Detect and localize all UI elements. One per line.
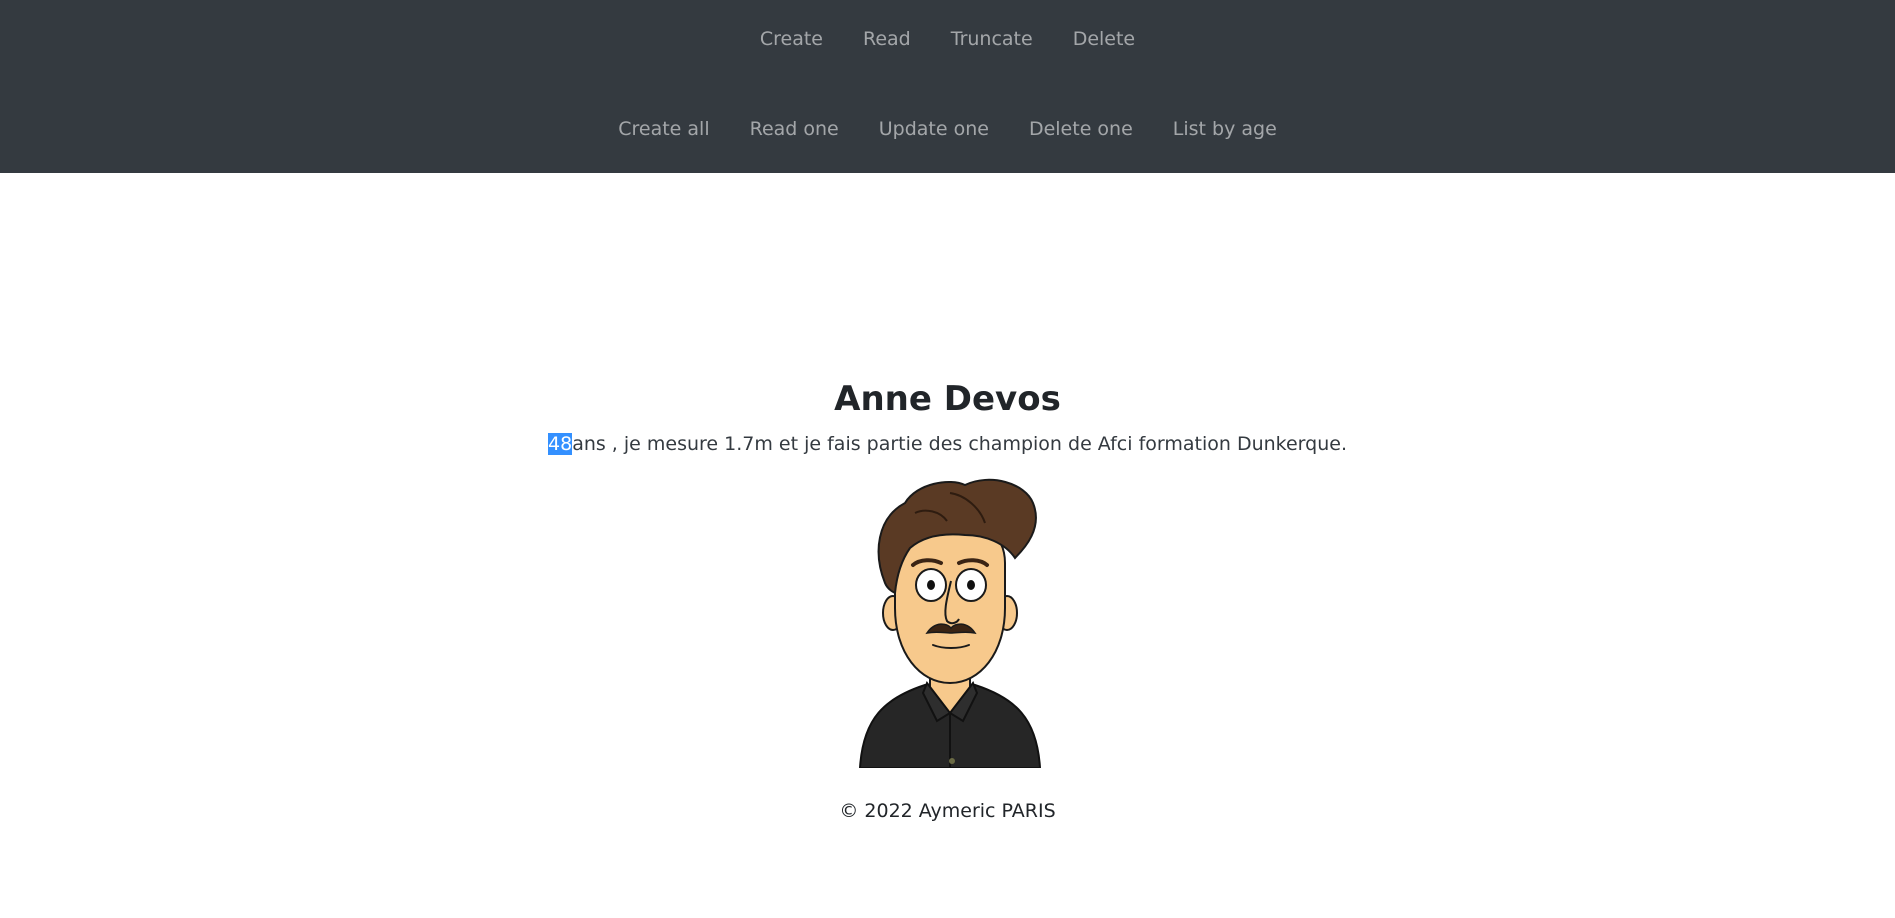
nav-link-truncate[interactable]: Truncate <box>931 20 1053 58</box>
avatar <box>858 478 1042 768</box>
nav-link-list-by-age[interactable]: List by age <box>1153 110 1297 148</box>
nav-secondary: Create all Read one Update one Delete on… <box>0 110 1895 148</box>
nav-link-read[interactable]: Read <box>843 20 931 58</box>
profile-name: Anne Devos <box>834 379 1061 419</box>
nav-link-create-all[interactable]: Create all <box>598 110 729 148</box>
profile-bio: 48ans , je mesure 1.7m et je fais partie… <box>0 428 1895 460</box>
profile-bio-text: ans , je mesure 1.7m et je fais partie d… <box>572 433 1347 455</box>
nav-link-create[interactable]: Create <box>740 20 843 58</box>
top-navbar: Create Read Truncate Delete Create all R… <box>0 0 1895 173</box>
footer-copyright: © 2022 Aymeric PARIS <box>839 800 1056 822</box>
nav-link-update-one[interactable]: Update one <box>859 110 1009 148</box>
nav-link-delete[interactable]: Delete <box>1053 20 1155 58</box>
profile-age-selected: 48 <box>548 433 573 455</box>
nav-link-read-one[interactable]: Read one <box>730 110 859 148</box>
nav-primary: Create Read Truncate Delete <box>0 20 1895 58</box>
nav-link-delete-one[interactable]: Delete one <box>1009 110 1153 148</box>
